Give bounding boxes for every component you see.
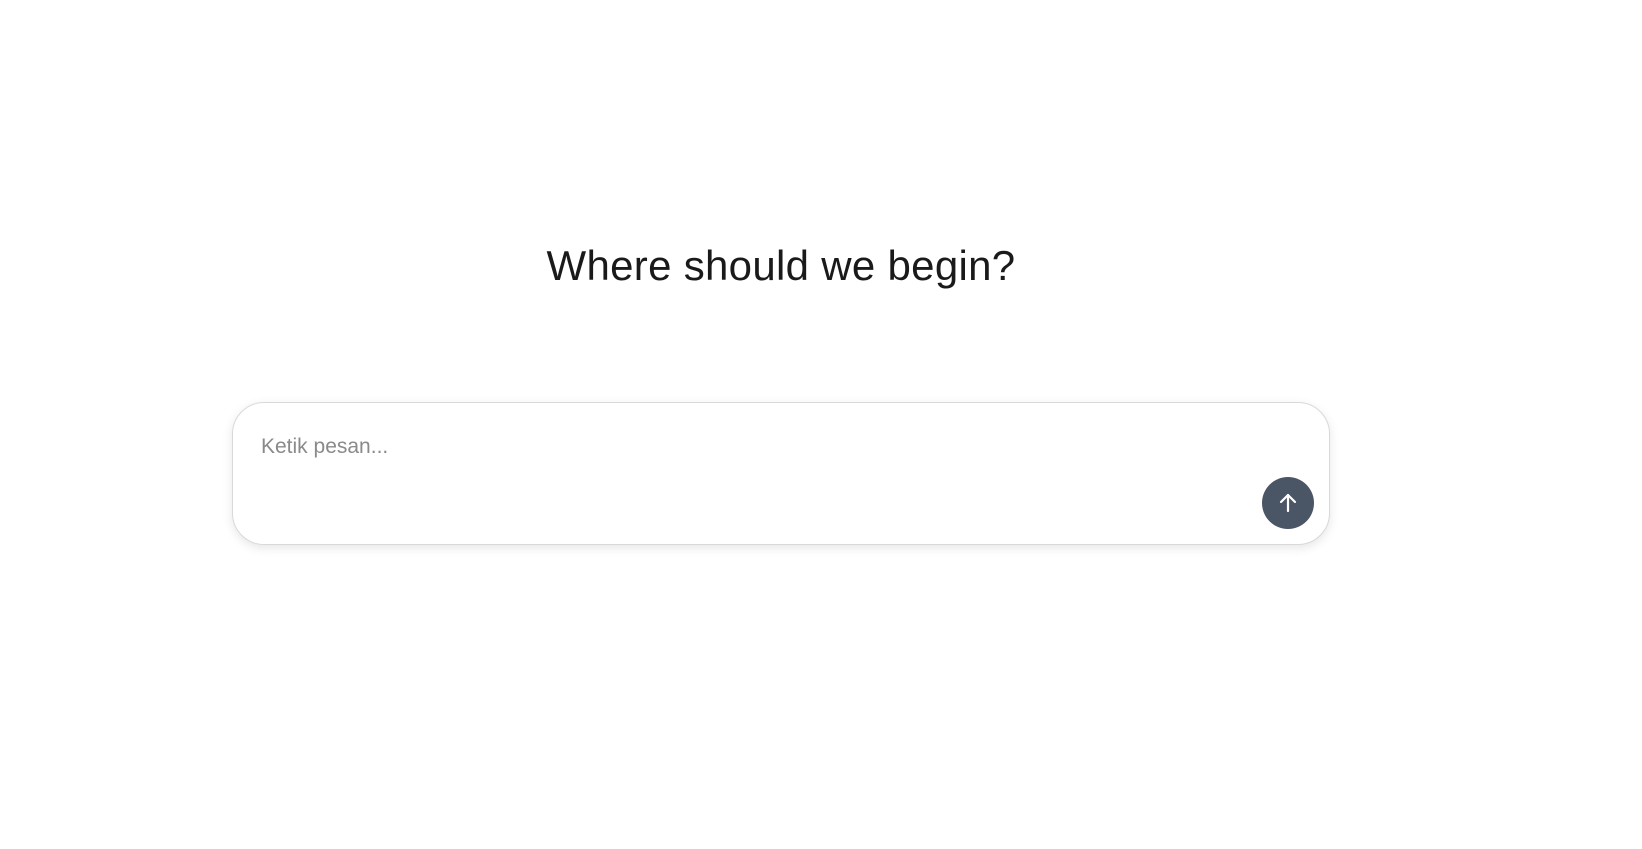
send-button[interactable] <box>1262 477 1314 529</box>
page-title: Where should we begin? <box>546 242 1016 289</box>
message-input[interactable] <box>261 435 1221 495</box>
arrow-up-icon <box>1279 493 1297 513</box>
page: Where should we begin? <box>0 0 1642 849</box>
message-composer <box>232 402 1330 545</box>
